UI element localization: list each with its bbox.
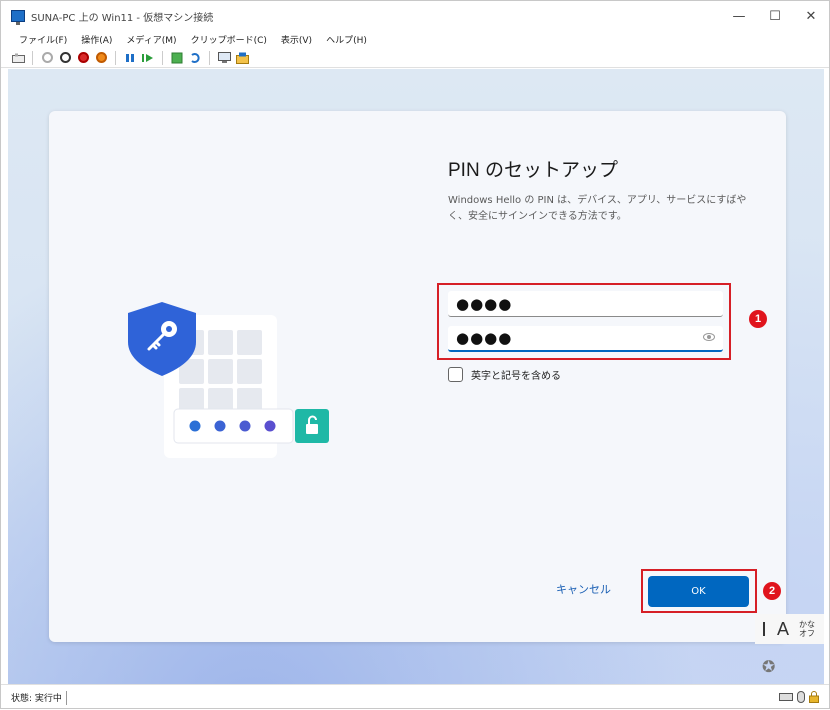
accessibility-icon[interactable]: ✪ bbox=[762, 657, 775, 676]
page-title: PIN のセットアップ bbox=[448, 160, 618, 181]
reveal-pin-icon[interactable] bbox=[703, 333, 715, 341]
pin-setup-dialog: PIN のセットアップ Windows Hello の PIN は、デバイス、ア… bbox=[49, 111, 786, 642]
close-button[interactable]: ✕ bbox=[793, 1, 829, 31]
toolbar-divider bbox=[32, 50, 33, 65]
pause-icon[interactable] bbox=[123, 51, 137, 65]
ime-kana-status: かな オフ bbox=[799, 620, 815, 638]
toolbar-divider bbox=[162, 50, 163, 65]
vm-window: SUNA-PC 上の Win11 - 仮想マシン接続 — ☐ ✕ ファイル(F)… bbox=[0, 0, 830, 709]
enhanced-session-icon[interactable] bbox=[217, 51, 231, 65]
checkpoint-icon[interactable] bbox=[170, 51, 184, 65]
page-description: Windows Hello の PIN は、デバイス、アプリ、サービスにすばやく… bbox=[448, 195, 747, 222]
turn-off-icon[interactable] bbox=[58, 51, 72, 65]
include-letters-symbols-checkbox[interactable] bbox=[448, 367, 463, 382]
menu-bar: ファイル(F) 操作(A) メディア(M) クリップボード(C) 表示(V) ヘ… bbox=[1, 30, 829, 48]
power-icon[interactable] bbox=[94, 51, 108, 65]
status-text: 状態: 実行中 bbox=[11, 694, 62, 704]
confirm-pin-field[interactable]: ●●●● bbox=[448, 326, 723, 352]
menu-view[interactable]: 表示(V) bbox=[281, 33, 312, 46]
minimize-button[interactable]: — bbox=[721, 1, 757, 31]
window-title: SUNA-PC 上の Win11 - 仮想マシン接続 bbox=[31, 12, 214, 24]
include-letters-symbols-option[interactable]: 英字と記号を含める bbox=[448, 367, 561, 382]
include-letters-symbols-label: 英字と記号を含める bbox=[471, 371, 561, 382]
status-icons bbox=[779, 691, 819, 703]
menu-clipboard[interactable]: クリップボード(C) bbox=[191, 33, 267, 46]
new-pin-field[interactable]: ●●●● bbox=[448, 291, 723, 317]
menu-help[interactable]: ヘルプ(H) bbox=[326, 33, 367, 46]
start-icon[interactable] bbox=[40, 51, 54, 65]
ok-button[interactable]: OK bbox=[648, 576, 749, 607]
ime-kana-line2: オフ bbox=[799, 629, 816, 638]
annotation-badge-1: 1 bbox=[749, 310, 767, 328]
vm-display[interactable]: PIN のセットアップ Windows Hello の PIN は、デバイス、ア… bbox=[8, 69, 824, 684]
cancel-button[interactable]: キャンセル bbox=[556, 581, 611, 597]
status-divider bbox=[65, 690, 67, 705]
mouse-icon bbox=[797, 691, 805, 703]
keyboard-icon bbox=[779, 693, 793, 701]
pin-illustration bbox=[128, 302, 329, 458]
shutdown-icon[interactable] bbox=[76, 51, 90, 65]
window-controls: — ☐ ✕ bbox=[721, 1, 829, 31]
status-bar: 状態: 実行中 bbox=[1, 684, 829, 710]
vm-connection-icon bbox=[11, 10, 25, 25]
confirm-pin-value: ●●●● bbox=[456, 329, 513, 347]
ime-separator bbox=[763, 622, 765, 636]
ime-indicator[interactable]: A かな オフ bbox=[755, 614, 824, 644]
lock-icon bbox=[809, 691, 819, 703]
toolbar-divider bbox=[115, 50, 116, 65]
maximize-button[interactable]: ☐ bbox=[757, 1, 793, 31]
menu-media[interactable]: メディア(M) bbox=[126, 33, 176, 46]
ime-mode-letter: A bbox=[777, 618, 790, 639]
resume-icon[interactable] bbox=[141, 51, 155, 65]
share-icon[interactable] bbox=[235, 51, 249, 65]
annotation-badge-2: 2 bbox=[763, 582, 781, 600]
toolbar-divider bbox=[209, 50, 210, 65]
menu-file[interactable]: ファイル(F) bbox=[19, 33, 67, 46]
title-bar: SUNA-PC 上の Win11 - 仮想マシン接続 — ☐ ✕ bbox=[1, 1, 829, 31]
revert-icon[interactable] bbox=[188, 51, 202, 65]
menu-action[interactable]: 操作(A) bbox=[81, 33, 112, 46]
ime-kana-line1: かな bbox=[799, 620, 816, 629]
ctrl-alt-del-icon[interactable] bbox=[11, 51, 25, 65]
toolbar bbox=[1, 48, 829, 68]
